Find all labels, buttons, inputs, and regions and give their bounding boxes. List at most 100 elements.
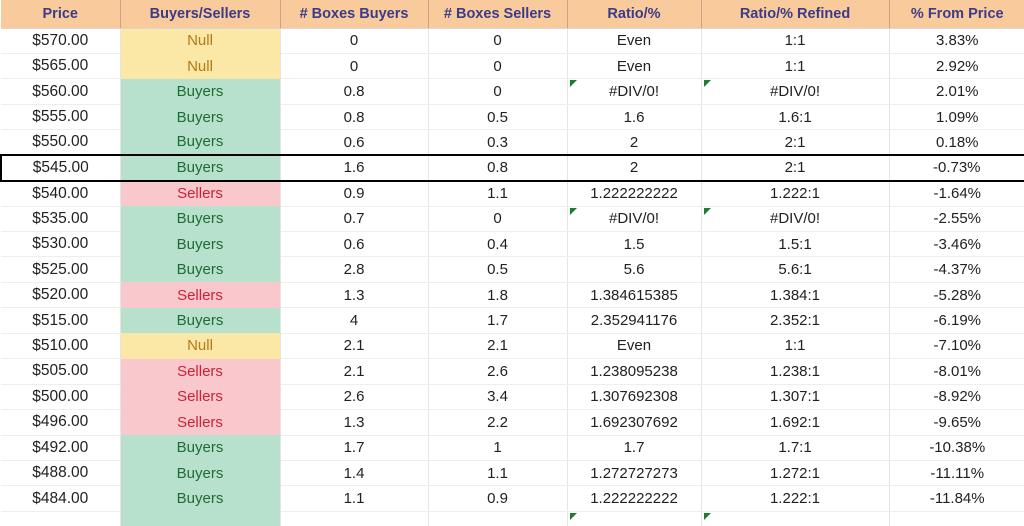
column-header-price[interactable]: Price — [1, 0, 121, 29]
cell-boxes-buyers[interactable]: 0 — [280, 53, 429, 80]
table-row[interactable]: $488.00 Buyers 1.4 1.1 1.272727273 1.272:1 -11… — [1, 460, 1024, 487]
table-row[interactable]: $505.00 Sellers 2.1 2.6 1.238095238 1.238:1 -8… — [1, 358, 1024, 385]
cell-price[interactable]: $535.00 — [1, 206, 121, 233]
cell-boxes-buyers[interactable]: 1.3 — [280, 409, 429, 436]
cell-ratio[interactable]: 2 — [567, 154, 702, 182]
table-row[interactable] — [1, 511, 1024, 526]
table-row[interactable]: $555.00 Buyers 0.8 0.5 1.6 1.6:1 1.09% — [1, 104, 1024, 131]
cell-boxes-sellers[interactable]: 0.4 — [428, 231, 568, 258]
cell-price[interactable]: $550.00 — [1, 129, 121, 156]
cell-ratio[interactable]: 1.238095238 — [567, 358, 702, 385]
cell-price[interactable]: $560.00 — [1, 78, 121, 105]
cell-signal[interactable]: Buyers — [120, 460, 281, 486]
cell-pct-from-price[interactable]: -4.37% — [889, 256, 1024, 283]
cell-price[interactable]: $484.00 — [1, 485, 121, 512]
column-header-ratio-refined[interactable]: Ratio/% Refined — [701, 0, 890, 29]
cell-ratio[interactable]: Even — [567, 333, 702, 360]
cell-signal[interactable]: Buyers — [120, 307, 281, 334]
cell-signal[interactable]: Buyers — [120, 78, 281, 105]
cell-boxes-sellers[interactable]: 1.1 — [428, 460, 568, 487]
cell-pct-from-price[interactable]: -11.84% — [889, 485, 1024, 512]
cell-boxes-sellers[interactable]: 2.2 — [428, 409, 568, 436]
cell-price[interactable]: $515.00 — [1, 307, 121, 334]
cell-ratio-refined[interactable]: 2:1 — [701, 154, 890, 182]
cell-signal[interactable]: Buyers — [120, 485, 281, 512]
table-row[interactable]: $560.00 Buyers 0.8 0 #DIV/0! #DIV/0! 2.01% — [1, 78, 1024, 105]
cell-ratio[interactable]: 1.307692308 — [567, 384, 702, 411]
cell-pct-from-price[interactable]: -8.92% — [889, 384, 1024, 411]
cell-pct-from-price[interactable]: -10.38% — [889, 435, 1024, 461]
table-row[interactable]: $550.00 Buyers 0.6 0.3 2 2:1 0.18% — [1, 129, 1024, 156]
cell-ratio-refined[interactable]: 1.238:1 — [701, 358, 890, 385]
cell-boxes-buyers[interactable]: 0.6 — [280, 231, 429, 258]
cell-price[interactable]: $540.00 — [1, 180, 121, 207]
cell-price[interactable]: $570.00 — [1, 28, 121, 54]
cell-ratio-refined[interactable]: 1:1 — [701, 333, 890, 360]
cell-boxes-buyers[interactable]: 0.8 — [280, 104, 429, 131]
cell-ratio[interactable]: 1.272727273 — [567, 460, 702, 487]
cell-signal[interactable]: Buyers — [120, 206, 281, 232]
cell-pct-from-price[interactable] — [889, 511, 1024, 526]
cell-pct-from-price[interactable]: 1.09% — [889, 104, 1024, 131]
cell-pct-from-price[interactable]: 0.18% — [889, 129, 1024, 156]
cell-boxes-sellers[interactable]: 0.5 — [428, 256, 568, 283]
cell-boxes-sellers[interactable]: 0.5 — [428, 104, 568, 131]
cell-boxes-buyers[interactable]: 0.9 — [280, 180, 429, 207]
cell-boxes-buyers[interactable] — [280, 511, 429, 526]
cell-boxes-sellers[interactable]: 3.4 — [428, 384, 568, 411]
cell-price[interactable]: $520.00 — [1, 282, 121, 309]
cell-ratio[interactable]: 1.692307692 — [567, 409, 702, 436]
cell-ratio[interactable]: 1.6 — [567, 104, 702, 131]
cell-boxes-sellers[interactable]: 2.1 — [428, 333, 568, 360]
table-row[interactable]: $540.00 Sellers 0.9 1.1 1.222222222 1.222:1 -1… — [1, 180, 1024, 207]
cell-signal[interactable]: Sellers — [120, 282, 281, 308]
cell-pct-from-price[interactable]: -11.11% — [889, 460, 1024, 487]
cell-ratio[interactable]: 1.5 — [567, 231, 702, 258]
cell-signal[interactable]: Sellers — [120, 180, 281, 207]
cell-boxes-buyers[interactable]: 0.7 — [280, 206, 429, 233]
cell-boxes-buyers[interactable]: 1.6 — [280, 154, 429, 182]
cell-boxes-buyers[interactable]: 2.8 — [280, 256, 429, 283]
cell-ratio[interactable] — [567, 511, 702, 526]
cell-signal[interactable] — [120, 511, 281, 526]
cell-boxes-sellers[interactable]: 0 — [428, 206, 568, 233]
cell-boxes-buyers[interactable]: 2.1 — [280, 333, 429, 360]
cell-boxes-buyers[interactable]: 1.7 — [280, 435, 429, 461]
cell-price[interactable]: $488.00 — [1, 460, 121, 487]
cell-signal[interactable]: Sellers — [120, 384, 281, 410]
cell-price[interactable]: $530.00 — [1, 231, 121, 258]
cell-boxes-buyers[interactable]: 1.3 — [280, 282, 429, 309]
cell-ratio[interactable]: 1.7 — [567, 435, 702, 461]
column-header-buyers-sellers[interactable]: Buyers/Sellers — [120, 0, 281, 29]
cell-price[interactable]: $492.00 — [1, 435, 121, 461]
table-row[interactable]: $525.00 Buyers 2.8 0.5 5.6 5.6:1 -4.37% — [1, 256, 1024, 283]
cell-boxes-buyers[interactable]: 4 — [280, 307, 429, 334]
cell-ratio-refined[interactable]: 1:1 — [701, 53, 890, 80]
cell-pct-from-price[interactable]: -5.28% — [889, 282, 1024, 309]
cell-ratio-refined[interactable]: 1.272:1 — [701, 460, 890, 487]
cell-ratio-refined[interactable]: 5.6:1 — [701, 256, 890, 283]
cell-price[interactable]: $545.00 — [0, 154, 121, 182]
cell-pct-from-price[interactable]: 2.01% — [889, 78, 1024, 105]
cell-boxes-buyers[interactable]: 0.6 — [280, 129, 429, 156]
table-row[interactable]: $510.00 Null 2.1 2.1 Even 1:1 -7.10% — [1, 333, 1024, 360]
column-header-boxes-buyers[interactable]: # Boxes Buyers — [280, 0, 429, 29]
cell-boxes-sellers[interactable]: 0 — [428, 78, 568, 105]
table-row[interactable]: $496.00 Sellers 1.3 2.2 1.692307692 1.692:1 -9… — [1, 409, 1024, 436]
cell-boxes-sellers[interactable]: 0.3 — [428, 129, 568, 156]
cell-ratio[interactable]: Even — [567, 53, 702, 80]
cell-pct-from-price[interactable]: -0.73% — [889, 154, 1024, 182]
cell-signal[interactable]: Sellers — [120, 409, 281, 435]
cell-ratio[interactable]: #DIV/0! — [567, 206, 702, 233]
cell-ratio[interactable]: 5.6 — [567, 256, 702, 283]
cell-boxes-sellers[interactable]: 0 — [428, 53, 568, 80]
cell-price[interactable]: $505.00 — [1, 358, 121, 385]
cell-boxes-sellers[interactable]: 2.6 — [428, 358, 568, 385]
cell-boxes-sellers[interactable]: 1.1 — [428, 180, 568, 207]
cell-pct-from-price[interactable]: 2.92% — [889, 53, 1024, 80]
cell-boxes-buyers[interactable]: 1.4 — [280, 460, 429, 487]
cell-ratio-refined[interactable] — [701, 511, 890, 526]
column-header-boxes-sellers[interactable]: # Boxes Sellers — [428, 0, 568, 29]
cell-boxes-sellers[interactable]: 0 — [428, 28, 568, 54]
cell-pct-from-price[interactable]: -9.65% — [889, 409, 1024, 436]
